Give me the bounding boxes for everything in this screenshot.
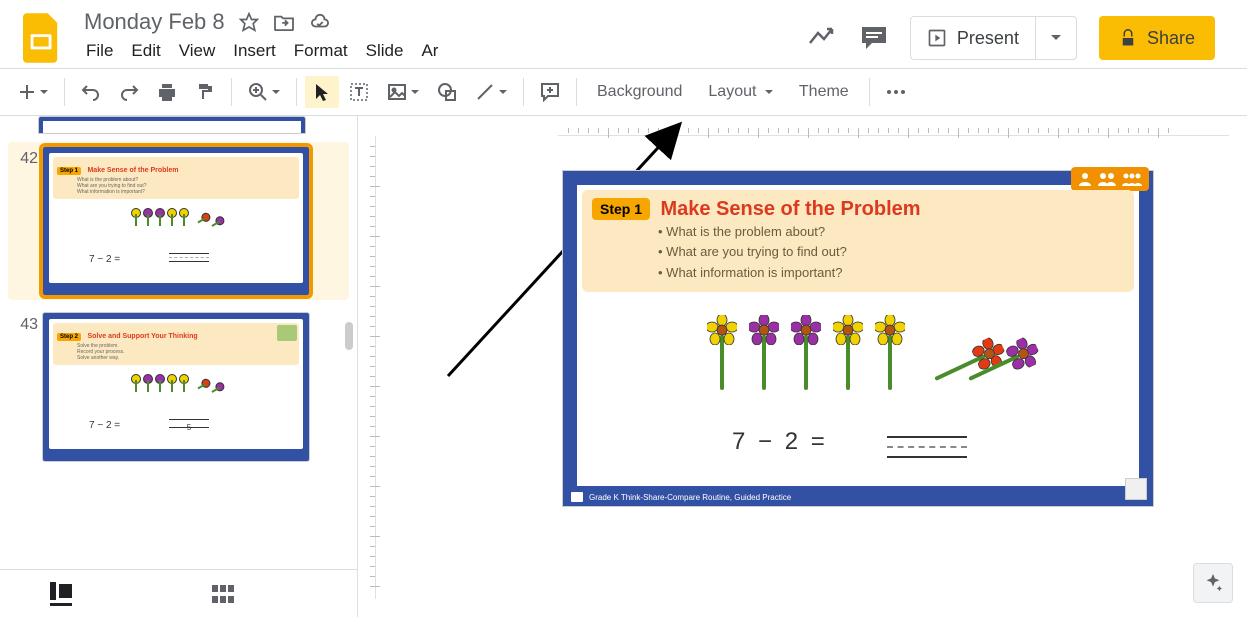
- slide-thumb-43[interactable]: 43 Step 2 Solve and Support Your Thinkin…: [8, 308, 349, 466]
- print-button[interactable]: [149, 76, 185, 108]
- answer-blank: [887, 436, 967, 466]
- layout-button[interactable]: Layout: [696, 77, 785, 107]
- slides-logo[interactable]: [12, 8, 72, 68]
- menu-view[interactable]: View: [179, 41, 216, 61]
- flower-row: [705, 315, 1011, 390]
- slide-footer: Grade K Think-Share-Compare Routine, Gui…: [563, 488, 1153, 506]
- share-button[interactable]: Share: [1099, 16, 1215, 60]
- explore-button[interactable]: [1193, 563, 1233, 603]
- resize-handle[interactable]: [1125, 478, 1147, 500]
- add-comment-button[interactable]: [532, 76, 568, 108]
- equation-text: 7 − 2 =: [732, 428, 828, 456]
- text-box-button[interactable]: [341, 76, 377, 108]
- ruler-horizontal: [558, 116, 1229, 136]
- slide-panel: 42 Step 1 Make Sense of the Problem What…: [0, 116, 358, 617]
- more-button[interactable]: [878, 83, 914, 101]
- new-slide-button[interactable]: [10, 77, 56, 107]
- menu-edit[interactable]: Edit: [131, 41, 160, 61]
- thumb-number: 43: [12, 312, 42, 334]
- line-button[interactable]: [467, 76, 515, 108]
- activity-icon[interactable]: [808, 27, 838, 49]
- menu-slide[interactable]: Slide: [366, 41, 404, 61]
- group-mode-icons: [1071, 167, 1149, 191]
- star-icon[interactable]: [239, 12, 259, 32]
- present-label: Present: [957, 28, 1019, 49]
- cloud-status-icon[interactable]: [309, 13, 331, 31]
- step-title: Make Sense of the Problem: [660, 198, 920, 221]
- select-tool-button[interactable]: [305, 76, 339, 108]
- zoom-button[interactable]: [240, 76, 288, 108]
- share-label: Share: [1147, 28, 1195, 49]
- move-icon[interactable]: [273, 13, 295, 31]
- slide-thumb-42[interactable]: 42 Step 1 Make Sense of the Problem What…: [8, 142, 349, 300]
- doc-title[interactable]: Monday Feb 8: [84, 9, 225, 35]
- paint-format-button[interactable]: [187, 76, 223, 108]
- present-button[interactable]: Present: [911, 17, 1036, 59]
- background-button[interactable]: Background: [585, 77, 694, 107]
- menu-insert[interactable]: Insert: [233, 41, 276, 61]
- present-dropdown[interactable]: [1036, 32, 1076, 44]
- slide-canvas-area[interactable]: Step 1 Make Sense of the Problem • What …: [358, 116, 1247, 617]
- ruler-vertical: [358, 136, 376, 599]
- menu-format[interactable]: Format: [294, 41, 348, 61]
- menu-arrange[interactable]: Ar: [421, 41, 438, 61]
- menu-file[interactable]: File: [86, 41, 113, 61]
- shape-button[interactable]: [429, 76, 465, 108]
- grid-view-button[interactable]: [212, 585, 234, 603]
- filmstrip-view-button[interactable]: [50, 582, 72, 606]
- image-button[interactable]: [379, 76, 427, 108]
- step-badge: Step 1: [592, 198, 650, 220]
- toolbar: Background Layout Theme: [0, 68, 1247, 116]
- thumb-number: 42: [12, 146, 42, 168]
- undo-button[interactable]: [73, 77, 109, 107]
- comment-icon[interactable]: [860, 25, 888, 51]
- current-slide[interactable]: Step 1 Make Sense of the Problem • What …: [563, 171, 1153, 506]
- present-button-group: Present: [910, 16, 1077, 60]
- thumb-peek-prev[interactable]: [38, 116, 306, 134]
- redo-button[interactable]: [111, 77, 147, 107]
- panel-scrollbar[interactable]: [339, 116, 357, 617]
- theme-button[interactable]: Theme: [787, 77, 861, 107]
